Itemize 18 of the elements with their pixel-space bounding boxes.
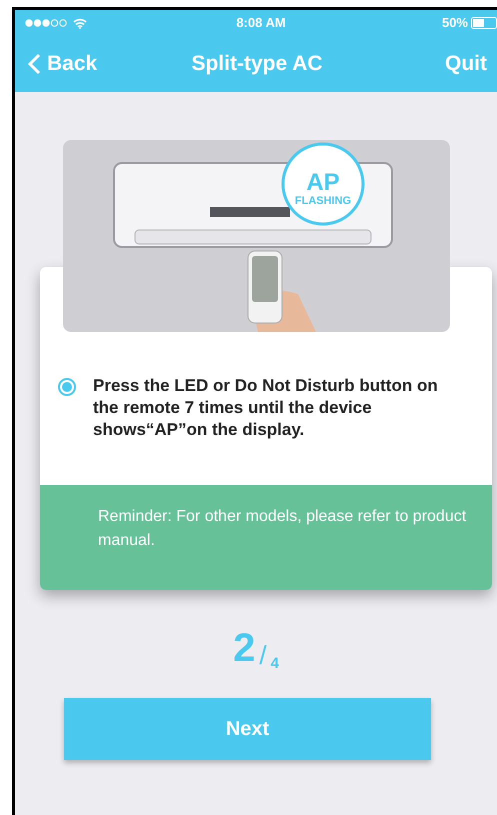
bubble-title: AP — [306, 169, 340, 196]
radio-button[interactable] — [58, 378, 76, 396]
battery-percent: 50% — [442, 14, 468, 32]
page-title: Split-type AC — [191, 51, 323, 78]
signal-icon — [25, 19, 69, 27]
status-time: 8:08 AM — [236, 14, 286, 32]
current-step: 2 — [233, 628, 256, 668]
quit-button[interactable]: Quit — [377, 48, 487, 80]
instruction-text: Press the LED or Do Not Disturb button on the remote 7 times until the device shows“AP”on the display. — [93, 375, 439, 441]
chevron-left-icon — [27, 53, 41, 75]
bubble-subtitle: FLASHING — [294, 195, 351, 207]
wifi-icon — [73, 18, 87, 28]
battery-icon — [471, 17, 497, 29]
back-button[interactable]: Back — [27, 48, 137, 80]
total-steps: 4 — [270, 656, 279, 671]
next-button[interactable]: Next — [64, 698, 431, 760]
step-separator: / — [259, 642, 267, 668]
reminder-text: Reminder: For other models, please refer to product manual. — [98, 507, 468, 551]
